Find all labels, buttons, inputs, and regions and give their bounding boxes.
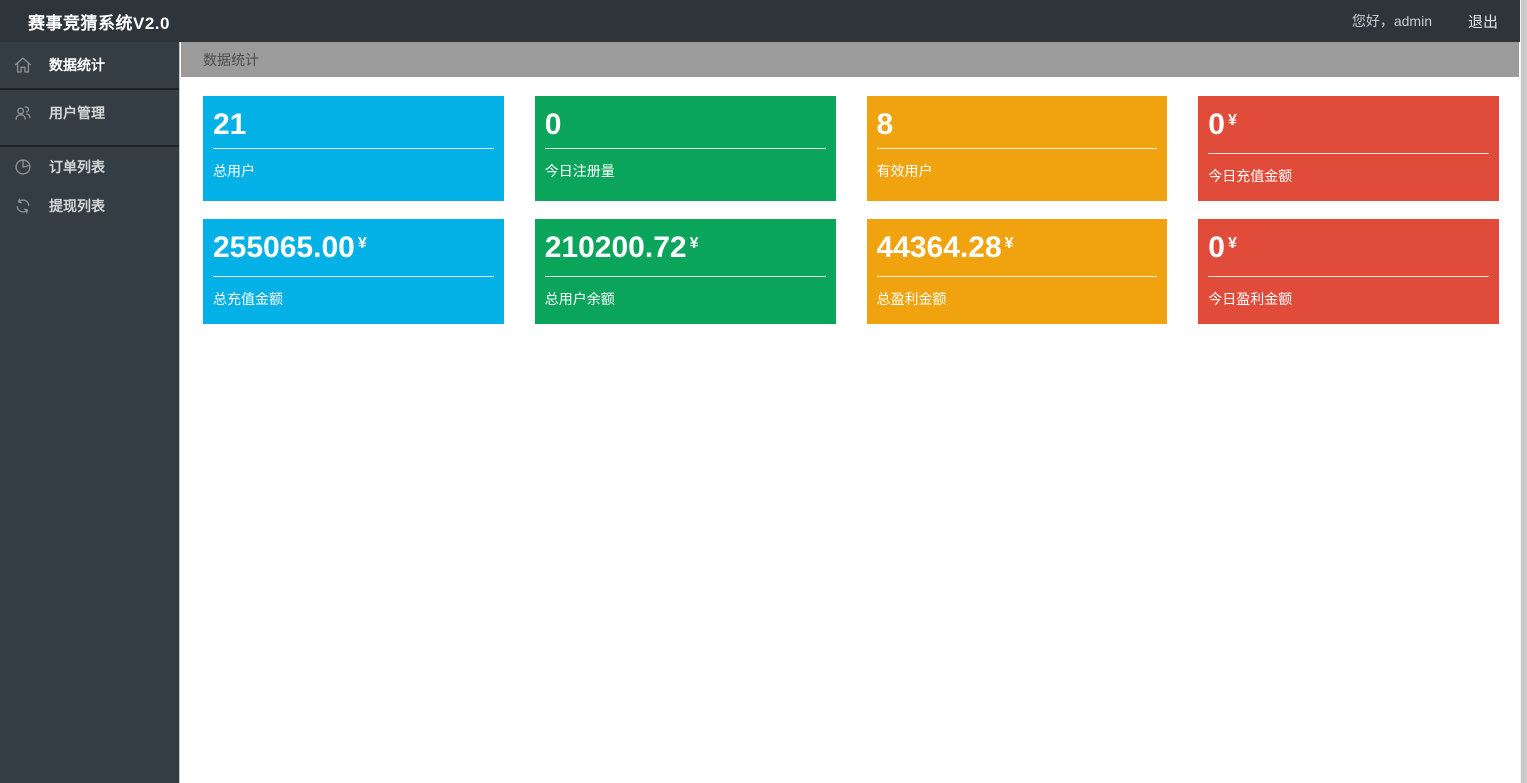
vertical-scrollbar[interactable] (1520, 0, 1527, 783)
sidebar-item-withdraw-list[interactable]: 提现列表 (0, 187, 179, 225)
stats-card-grid: 21 总用户 0 今日注册量 8 有效用户 0¥ 今日充值金额 255065.0 (181, 77, 1519, 324)
stat-value: 0¥ (1208, 230, 1489, 271)
home-icon (13, 55, 33, 75)
stat-label: 总用户 (213, 161, 494, 181)
stat-card-today-registrations: 0 今日注册量 (535, 96, 836, 201)
stat-card-total-user-balance: 210200.72¥ 总用户余额 (535, 219, 836, 324)
stat-label: 有效用户 (877, 161, 1158, 181)
stat-card-total-users: 21 总用户 (203, 96, 504, 201)
stat-label: 今日充值金额 (1208, 166, 1489, 186)
currency-symbol: ¥ (690, 226, 699, 262)
header-right-group: 您好，admin 退出 (1352, 11, 1520, 32)
breadcrumb-bar: 数据统计 (181, 42, 1519, 77)
users-icon (13, 103, 33, 123)
stat-card-today-profit: 0¥ 今日盈利金额 (1198, 219, 1499, 324)
main-content: 数据统计 21 总用户 0 今日注册量 8 有效用户 0¥ 今日充值金额 (181, 42, 1519, 783)
app-title: 赛事竞猜系统V2.0 (0, 9, 170, 34)
stat-card-total-profit: 44364.28¥ 总盈利金额 (867, 219, 1168, 324)
stat-value: 210200.72¥ (545, 230, 826, 271)
sidebar-item-label: 用户管理 (49, 103, 105, 123)
stat-value: 8 (877, 107, 1158, 143)
stat-card-valid-users: 8 有效用户 (867, 96, 1168, 201)
breadcrumb-title: 数据统计 (203, 50, 259, 70)
card-divider-line (545, 148, 826, 149)
stat-label: 总充值金额 (213, 289, 494, 309)
sidebar-nav: 数据统计 用户管理 (0, 42, 180, 783)
card-divider-line (1208, 153, 1489, 154)
logout-button[interactable]: 退出 (1468, 11, 1498, 32)
stat-value: 44364.28¥ (877, 230, 1158, 271)
stat-label: 总盈利金额 (877, 289, 1158, 309)
sidebar-item-label: 订单列表 (49, 157, 105, 177)
refresh-icon (13, 196, 33, 216)
card-divider-line (213, 148, 494, 149)
stat-value: 0¥ (1208, 107, 1489, 148)
pie-chart-icon (13, 157, 33, 177)
stat-label: 今日盈利金额 (1208, 289, 1489, 309)
stat-label: 今日注册量 (545, 161, 826, 181)
currency-symbol: ¥ (1228, 103, 1237, 139)
card-divider-line (1208, 276, 1489, 277)
top-header-bar: 赛事竞猜系统V2.0 您好，admin 退出 (0, 0, 1520, 42)
sidebar-item-data-stats[interactable]: 数据统计 (0, 42, 179, 88)
card-divider-line (877, 148, 1158, 149)
stat-card-today-recharge: 0¥ 今日充值金额 (1198, 96, 1499, 201)
sidebar-item-label: 数据统计 (49, 55, 105, 75)
stat-card-total-recharge: 255065.00¥ 总充值金额 (203, 219, 504, 324)
card-divider-line (877, 276, 1158, 277)
sidebar-spacer (0, 136, 179, 145)
currency-symbol: ¥ (1005, 226, 1014, 262)
scrollbar-thumb[interactable] (1521, 0, 1527, 783)
sidebar-item-user-management[interactable]: 用户管理 (0, 90, 179, 136)
stat-value: 21 (213, 107, 494, 143)
currency-symbol: ¥ (1228, 226, 1237, 262)
card-divider-line (213, 276, 494, 277)
stat-value: 255065.00¥ (213, 230, 494, 271)
stat-value: 0 (545, 107, 826, 143)
currency-symbol: ¥ (358, 226, 367, 262)
sidebar-item-label: 提现列表 (49, 196, 105, 216)
app-root: 赛事竞猜系统V2.0 您好，admin 退出 数据统计 (0, 0, 1527, 783)
stat-label: 总用户余额 (545, 289, 826, 309)
user-greeting: 您好，admin (1352, 11, 1432, 31)
card-divider-line (545, 276, 826, 277)
sidebar-item-order-list[interactable]: 订单列表 (0, 147, 179, 187)
